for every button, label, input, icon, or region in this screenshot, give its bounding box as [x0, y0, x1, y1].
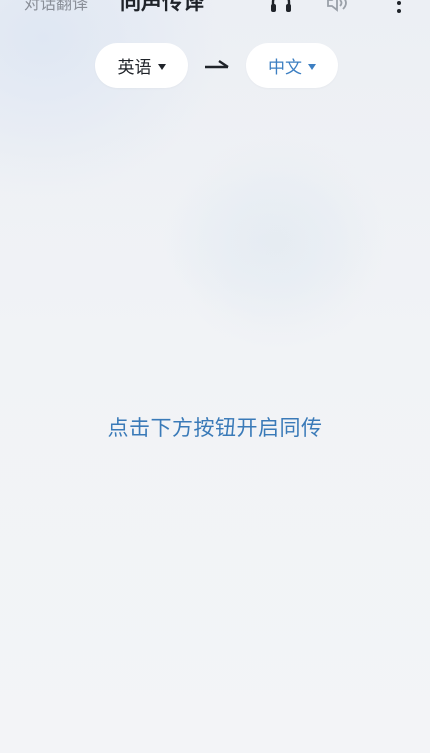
target-language-dropdown[interactable]: 中文: [246, 43, 338, 88]
top-bar: 对话翻译 同声传译: [0, 0, 430, 18]
tab-simultaneous-interpretation[interactable]: 同声传译: [120, 0, 204, 16]
headset-icon[interactable]: [268, 0, 294, 16]
arrow-right-icon[interactable]: [204, 57, 230, 71]
speaker-icon[interactable]: [324, 0, 350, 16]
source-language-dropdown[interactable]: 英语: [95, 43, 188, 88]
background-decoration: [168, 132, 388, 352]
language-selector-row: 英语 中文: [0, 43, 430, 89]
start-hint-text: 点击下方按钮开启同传: [107, 416, 323, 440]
background: [0, 0, 430, 753]
caret-down-icon: [157, 63, 166, 70]
caret-down-icon: [308, 63, 316, 70]
target-language-label: 中文: [268, 58, 302, 78]
more-icon[interactable]: [386, 0, 412, 16]
source-language-label: 英语: [117, 58, 152, 78]
tab-dialog-translation[interactable]: 对话翻译: [24, 0, 88, 14]
